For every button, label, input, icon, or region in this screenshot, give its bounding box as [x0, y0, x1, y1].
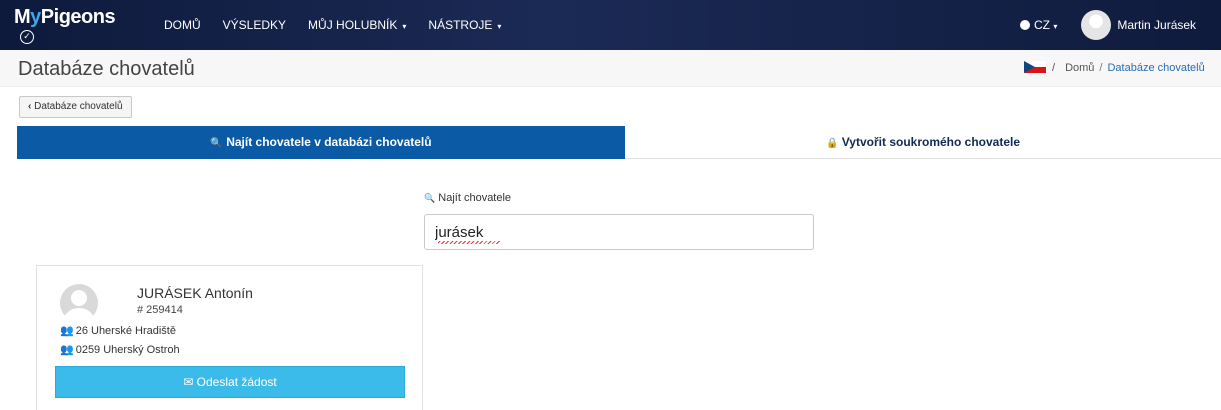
tab-create-private-breeder[interactable]: 🔒 Vytvořit soukromého chovatele [625, 126, 1221, 159]
page-title: Databáze chovatelů [18, 58, 195, 80]
send-request-button[interactable]: ✉ Odeslat žádost [55, 366, 405, 398]
nav-right: CZ ▾ Martin Jurásek [1020, 0, 1196, 50]
page-header: Databáze chovatelů / Domů / Databáze chovat… [0, 50, 1221, 87]
nav-item-results[interactable]: VÝSLEDKY [223, 18, 286, 32]
spellcheck-underline [438, 241, 500, 244]
breeder-card: JURÁSEK Antonín # 259414 👥 26 Uherské Hra… [36, 265, 423, 410]
club-row: 👥 0259 Uherský Ostroh [60, 344, 180, 356]
language-selector[interactable]: CZ ▾ [1020, 18, 1057, 32]
user-menu[interactable]: Martin Jurásek [1117, 18, 1196, 32]
main-nav: DOMŮ VÝSLEDKY MŮJ HOLUBNÍK ▾ NÁSTROJE ▾ [164, 0, 523, 50]
nav-item-my-loft[interactable]: MŮJ HOLUBNÍK ▾ [308, 18, 406, 32]
nav-item-home[interactable]: DOMŮ [164, 18, 201, 32]
czech-flag-icon [1024, 61, 1046, 73]
breeder-name: JURÁSEK Antonín [137, 285, 253, 301]
logo-pigeon-icon: ✓ [20, 30, 34, 44]
search-icon: 🔍 [424, 193, 436, 203]
user-avatar[interactable] [1081, 10, 1112, 40]
tab-find-breeder[interactable]: 🔍 Najít chovatele v databázi chovatelů [17, 126, 625, 159]
globe-icon [1020, 20, 1030, 30]
chevron-down-icon: ▾ [402, 22, 407, 31]
avatar [60, 284, 98, 322]
search-input[interactable] [424, 214, 814, 250]
organization-row: 👥 26 Uherské Hradiště [60, 325, 176, 337]
back-button[interactable]: ‹ Databáze chovatelů [19, 96, 132, 118]
breeder-id: # 259414 [137, 304, 183, 316]
nav-item-tools[interactable]: NÁSTROJE ▾ [428, 18, 501, 32]
top-navbar: MyPigeons ✓ DOMŮ VÝSLEDKY MŮJ HOLUBNÍK ▾ … [0, 0, 1221, 50]
breadcrumb: / Domů / Databáze chovatelů [1024, 61, 1205, 74]
mypigeons-logo[interactable]: MyPigeons [14, 6, 116, 29]
search-label: 🔍 Najít chovatele [424, 192, 512, 204]
users-icon: 👥 [60, 344, 74, 356]
search-icon: 🔍 [210, 138, 223, 149]
chevron-down-icon: ▾ [497, 22, 502, 31]
users-icon: 👥 [60, 325, 74, 337]
chevron-down-icon: ▾ [1053, 22, 1058, 31]
breadcrumb-home[interactable]: Domů [1065, 62, 1094, 74]
chevron-left-icon: ‹ [28, 101, 32, 112]
lock-icon: 🔒 [825, 138, 839, 149]
breadcrumb-current[interactable]: Databáze chovatelů [1107, 62, 1204, 74]
envelope-icon: ✉ [183, 375, 194, 389]
